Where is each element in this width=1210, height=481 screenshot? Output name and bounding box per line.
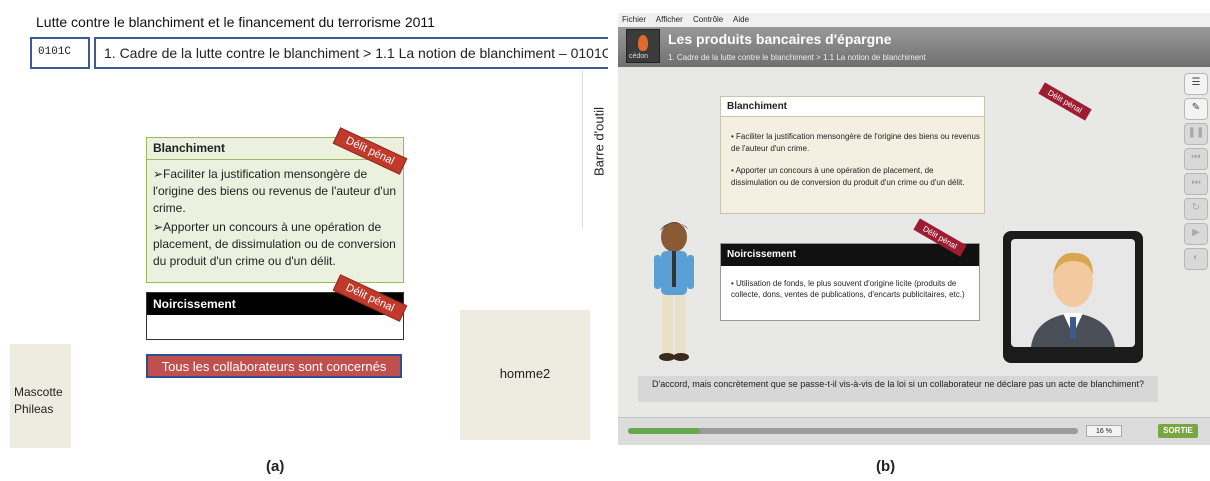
noircissement-card: Noircissement • Utilisation de fonds, le… — [720, 243, 980, 321]
elearning-window: Fichier Afficher Contrôle Aide cédon Les… — [618, 13, 1210, 445]
list-item: • Apporter un concours à une opération d… — [731, 166, 965, 187]
video-frame — [1011, 239, 1135, 347]
list-icon[interactable]: ☰ — [1184, 73, 1208, 95]
menu-fichier[interactable]: Fichier — [622, 15, 646, 24]
figure-label-b: (b) — [876, 458, 896, 475]
video-screen — [1003, 231, 1143, 363]
mascot-character — [654, 222, 694, 361]
delit-penal-badge: Délit pénal — [1038, 82, 1092, 121]
flame-icon — [638, 35, 648, 51]
list-item: • Faciliter la justification mensongère … — [731, 132, 980, 153]
menu-aide[interactable]: Aide — [733, 15, 749, 24]
replay-icon[interactable]: ↻ — [1184, 198, 1208, 220]
toolbar-placeholder[interactable]: Barre d'outil — [582, 70, 608, 228]
blanchiment-list: ➢Faciliter la justification mensongère d… — [153, 166, 399, 272]
homme-placeholder: homme2 — [460, 310, 590, 440]
mascotte-placeholder: Mascotte Phileas — [10, 344, 71, 448]
skip-back-icon[interactable]: ⏮ — [1184, 148, 1208, 170]
noircissement-text: • Utilisation de fonds, le plus souvent … — [731, 279, 965, 299]
menu-controle[interactable]: Contrôle — [693, 15, 723, 24]
course-title: Lutte contre le blanchiment et le financ… — [36, 14, 435, 30]
toolbar-label: Barre d'outil — [591, 107, 607, 176]
wireframe-panel: Lutte contre le blanchiment et le financ… — [0, 0, 608, 450]
blanchiment-card: Blanchiment • Faciliter la justification… — [720, 96, 985, 214]
mascotte-label: Mascotte — [14, 385, 63, 399]
screen-code: 0101C — [30, 37, 90, 69]
dialogue-caption: D'accord, mais concrètement que se passe… — [638, 376, 1158, 402]
figure-label-a: (a) — [266, 458, 285, 475]
list-item: ➢Faciliter la justification mensongère d… — [153, 167, 397, 215]
noircissement-heading: Noircissement — [721, 244, 979, 266]
menu-bar: Fichier Afficher Contrôle Aide — [618, 13, 1210, 27]
exit-button[interactable]: SORTIE — [1158, 424, 1198, 438]
wrench-icon[interactable]: ✎ — [1184, 98, 1208, 120]
bottom-bar: 16 % SORTIE — [618, 417, 1210, 445]
progress-bar[interactable] — [628, 428, 1078, 434]
presenter-avatar — [1031, 252, 1115, 347]
play-icon[interactable]: ▶ — [1184, 223, 1208, 245]
pause-icon[interactable]: ❚❚ — [1184, 123, 1208, 145]
blanchiment-list: • Faciliter la justification mensongère … — [731, 131, 981, 199]
volume-icon[interactable]: ◐ — [1184, 248, 1208, 270]
menu-afficher[interactable]: Afficher — [656, 15, 683, 24]
mascotte-name: Phileas — [14, 402, 54, 416]
breadcrumb: 1. Cadre de la lutte contre le blanchime… — [668, 53, 926, 62]
skip-forward-icon[interactable]: ⏭ — [1184, 173, 1208, 195]
logo-text: cédon — [629, 53, 649, 60]
blanchiment-heading: Blanchiment — [721, 97, 984, 117]
cedon-logo: cédon — [626, 29, 660, 63]
breadcrumb: 1. Cadre de la lutte contre le blanchime… — [94, 37, 608, 69]
list-item: ➢Apporter un concours à une opération de… — [153, 220, 396, 268]
collaborateurs-button[interactable]: Tous les collaborateurs sont concernés — [146, 354, 402, 378]
progress-percent: 16 % — [1086, 425, 1122, 437]
module-title: Les produits bancaires d'épargne — [668, 31, 892, 47]
progress-fill — [628, 428, 700, 434]
